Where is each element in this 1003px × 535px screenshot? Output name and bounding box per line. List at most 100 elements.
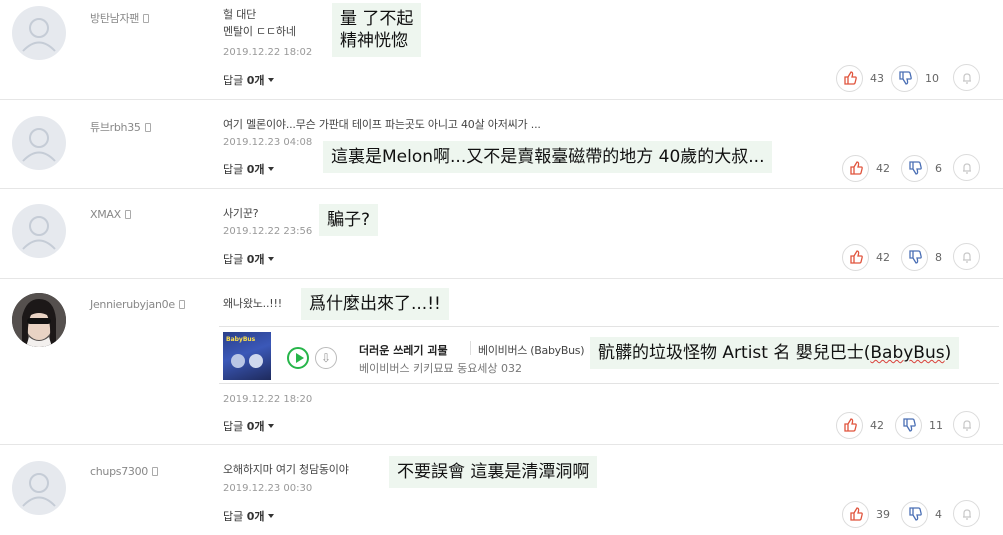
like-count: 43 bbox=[870, 71, 884, 85]
artist-name[interactable]: 베이비버스 (BabyBus) bbox=[478, 342, 585, 358]
profile-photo bbox=[12, 293, 66, 347]
thumbs-down-icon bbox=[908, 507, 922, 521]
thumbs-down-icon bbox=[902, 418, 916, 432]
download-button[interactable]: ⇩ bbox=[315, 347, 337, 369]
bell-icon bbox=[962, 508, 971, 520]
comment-text: 사기꾼? bbox=[223, 207, 259, 220]
bell-icon bbox=[962, 419, 971, 431]
avatar[interactable] bbox=[12, 6, 66, 60]
comment-date: 2019.12.23 00:30 bbox=[223, 483, 313, 494]
like-button[interactable] bbox=[842, 154, 869, 182]
dislike-button[interactable] bbox=[901, 243, 928, 271]
username[interactable]: Jennierubyjan0e bbox=[90, 298, 185, 311]
thumbs-up-icon bbox=[849, 250, 863, 264]
translation-overlay: 不要誤會 這裏是清潭洞啊 bbox=[389, 456, 598, 488]
caret-down-icon bbox=[267, 167, 274, 171]
caret-down-icon bbox=[267, 78, 274, 82]
download-icon: ⇩ bbox=[320, 351, 332, 365]
report-button[interactable] bbox=[953, 154, 980, 181]
like-button[interactable] bbox=[842, 500, 869, 528]
thumbs-down-icon bbox=[908, 250, 922, 264]
reply-toggle[interactable]: 답글 0개 bbox=[223, 161, 274, 177]
username[interactable]: chups7300 bbox=[90, 465, 158, 478]
translation-overlay: 骯髒的垃圾怪物 Artist 名 嬰兒巴士(BabyBus) bbox=[590, 337, 960, 369]
album-name[interactable]: 베이비버스 키키묘묘 동요세상 032 bbox=[359, 360, 522, 376]
dislike-button[interactable] bbox=[901, 154, 928, 182]
avatar[interactable] bbox=[12, 461, 66, 515]
comment-date: 2019.12.22 18:02 bbox=[223, 47, 313, 58]
dislike-button[interactable] bbox=[895, 411, 922, 439]
like-button[interactable] bbox=[836, 64, 863, 92]
dislike-count: 4 bbox=[935, 507, 942, 521]
default-user-icon bbox=[22, 128, 56, 162]
thumbs-up-icon bbox=[843, 71, 857, 85]
caret-down-icon bbox=[267, 514, 274, 518]
dislike-count: 8 bbox=[935, 250, 942, 264]
like-count: 42 bbox=[876, 161, 890, 175]
vote-bar: 42 11 bbox=[836, 411, 948, 439]
dislike-button[interactable] bbox=[891, 64, 918, 92]
username[interactable]: 튜브rbh35 bbox=[90, 119, 151, 135]
like-count: 42 bbox=[870, 418, 884, 432]
comment-text: 왜나왔노..!!! bbox=[223, 297, 282, 310]
report-button[interactable] bbox=[953, 64, 980, 91]
avatar[interactable] bbox=[12, 204, 66, 258]
caret-down-icon bbox=[267, 424, 274, 428]
comment-date: 2019.12.23 04:08 bbox=[223, 137, 313, 148]
avatar[interactable] bbox=[12, 293, 66, 347]
mobile-icon bbox=[152, 467, 158, 476]
reply-toggle[interactable]: 답글 0개 bbox=[223, 418, 274, 434]
thumbs-up-icon bbox=[849, 507, 863, 521]
username[interactable]: 방탄남자팬 bbox=[90, 10, 150, 26]
song-title[interactable]: 더러운 쓰레기 괴물 bbox=[359, 342, 448, 358]
vote-bar: 42 6 bbox=[842, 154, 954, 182]
translation-overlay: 這裏是Melon啊...又不是賣報臺磁帶的地方 40歲的大叔... bbox=[323, 141, 773, 173]
translation-overlay: 爲什麼出來了...!! bbox=[301, 288, 449, 320]
like-count: 39 bbox=[876, 507, 890, 521]
translation-overlay: 量 了不起 精神恍惚 bbox=[332, 3, 422, 57]
comment-item: chups7300 오해하지마 여기 청담동이야 2019.12.23 00:3… bbox=[0, 446, 1003, 535]
default-user-icon bbox=[22, 473, 56, 507]
comment-text: 헐 대단 멘탈이 ㄷㄷ하네 bbox=[223, 8, 296, 38]
mobile-icon bbox=[124, 210, 131, 219]
dislike-count: 6 bbox=[935, 161, 942, 175]
attached-song-card: BabyBus ⇩ 더러운 쓰레기 괴물 베이비버스 (BabyBus) 베이비… bbox=[219, 326, 999, 384]
dislike-count: 11 bbox=[929, 418, 943, 432]
caret-down-icon bbox=[267, 257, 274, 261]
bell-icon bbox=[962, 251, 971, 263]
report-button[interactable] bbox=[953, 243, 980, 270]
like-button[interactable] bbox=[842, 243, 869, 271]
divider bbox=[470, 341, 471, 355]
thumbs-up-icon bbox=[849, 161, 863, 175]
translation-overlay: 騙子? bbox=[319, 204, 379, 236]
thumbs-up-icon bbox=[843, 418, 857, 432]
bell-icon bbox=[962, 162, 971, 174]
comment-date: 2019.12.22 23:56 bbox=[223, 226, 313, 237]
avatar[interactable] bbox=[12, 116, 66, 170]
play-button[interactable] bbox=[287, 347, 309, 369]
dislike-count: 10 bbox=[925, 71, 939, 85]
comment-date: 2019.12.22 18:20 bbox=[223, 394, 313, 405]
default-user-icon bbox=[22, 18, 56, 52]
comment-item: XMAX 사기꾼? 2019.12.22 23:56 답글 0개 騙子? 42 … bbox=[0, 190, 1003, 279]
reply-toggle[interactable]: 답글 0개 bbox=[223, 508, 274, 524]
dislike-button[interactable] bbox=[901, 500, 928, 528]
vote-bar: 43 10 bbox=[836, 64, 944, 92]
comment-item: 튜브rbh35 여기 멜론이야...무슨 가판대 테이프 파는곳도 아니고 40… bbox=[0, 101, 1003, 189]
username[interactable]: XMAX bbox=[90, 208, 131, 221]
thumbs-down-icon bbox=[908, 161, 922, 175]
default-user-icon bbox=[22, 216, 56, 250]
mobile-icon bbox=[144, 123, 151, 132]
reply-toggle[interactable]: 답글 0개 bbox=[223, 251, 274, 267]
report-button[interactable] bbox=[953, 411, 980, 438]
report-button[interactable] bbox=[953, 500, 980, 527]
vote-bar: 39 4 bbox=[842, 500, 954, 528]
like-button[interactable] bbox=[836, 411, 863, 439]
thumbs-down-icon bbox=[898, 71, 912, 85]
album-art[interactable]: BabyBus bbox=[223, 332, 271, 380]
comment-text: 여기 멜론이야...무슨 가판대 테이프 파는곳도 아니고 40살 아저씨가 .… bbox=[223, 118, 541, 131]
vote-bar: 42 8 bbox=[842, 243, 954, 271]
reply-toggle[interactable]: 답글 0개 bbox=[223, 72, 274, 88]
comment-text: 오해하지마 여기 청담동이야 bbox=[223, 463, 349, 476]
mobile-icon bbox=[178, 300, 185, 309]
